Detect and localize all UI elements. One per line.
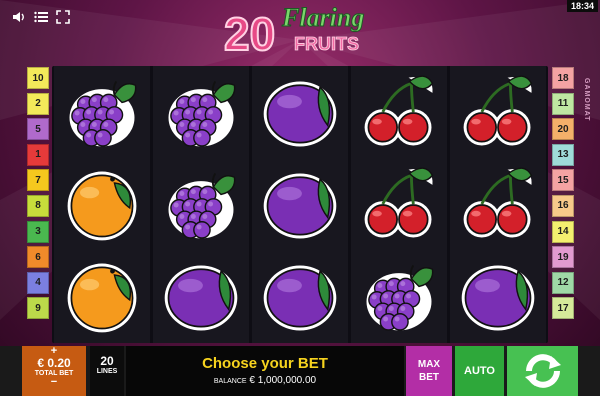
payline-right-18: 18 [552,67,574,89]
fullscreen-icon[interactable] [56,10,70,24]
symbol-orange-icon [67,263,137,333]
symbol-cherries-icon [463,75,533,146]
symbol-plum-icon [164,265,238,331]
payline-left-8: 8 [27,194,49,217]
payline-left-1: 1 [27,143,49,166]
payline-right-15: 15 [552,169,574,192]
balance-label: BALANCE [213,378,247,385]
bet-increase-button[interactable]: + [22,346,86,357]
balance-value: € 1,000,000.00 [249,375,317,386]
symbol-plum-icon [461,265,535,331]
message-panel: Choose your BET BALANCE € 1,000,000.00 [126,346,404,396]
lines-label: LINES [96,368,118,375]
balance-display: BALANCE € 1,000,000.00 [126,375,404,386]
symbol-cherries-icon [463,167,533,238]
symbol-plum-icon [263,173,337,239]
payline-left-6: 6 [27,246,49,269]
spin-button[interactable] [507,346,578,396]
lines-panel: 20 LINES [90,346,124,396]
payline-right-17: 17 [552,297,574,320]
menu-icon[interactable] [34,10,48,24]
provider-brand: GAMOMAT [583,78,590,122]
sound-icon[interactable] [12,10,26,24]
symbol-orange-icon [67,171,137,241]
symbol-grapes-icon [366,264,434,331]
lines-value: 20 [100,354,114,368]
payline-left-9: 9 [27,297,49,320]
payline-left-2: 2 [27,92,49,115]
logo-word1: Flaring [281,3,364,32]
payline-left-7: 7 [27,169,49,192]
payline-left-4: 4 [27,271,49,294]
payline-right-16: 16 [552,194,574,217]
auto-play-button[interactable]: AUTO [455,346,504,396]
message-text: Choose your BET [202,355,328,372]
payline-left-3: 3 [27,220,49,243]
payline-right-20: 20 [552,118,574,141]
paylines-right: 18 11 20 13 15 16 14 19 12 17 [552,67,574,323]
max-bet-line2: BET [418,372,439,383]
clock: 18:34 [566,0,598,12]
payline-right-13: 13 [552,143,574,166]
spin-arrows-icon [524,354,561,388]
symbol-grapes-icon [168,172,236,239]
symbol-cherries-icon [364,75,434,146]
game-logo: 20 Flaring FRUITS [223,3,365,62]
symbol-plum-icon [263,265,337,331]
bet-decrease-button[interactable]: − [22,377,86,388]
logo-number: 20 [224,8,275,60]
symbol-grapes-icon [69,80,137,147]
total-bet-panel[interactable]: + € 0.20 TOTAL BET − [22,346,86,396]
symbol-plum-icon [263,81,337,147]
payline-right-14: 14 [552,220,574,243]
max-bet-button[interactable]: MAX BET [406,346,452,396]
payline-right-12: 12 [552,271,574,294]
payline-left-5: 5 [27,118,49,141]
logo-word2: FRUITS [294,34,359,54]
payline-right-11: 11 [552,92,574,115]
bet-value: € 0.20 [37,356,71,370]
max-bet-line1: MAX [417,359,441,370]
symbol-cherries-icon [364,167,434,238]
paylines-left: 10 2 5 1 7 8 3 6 4 9 [27,67,49,323]
symbol-grapes-icon [168,80,236,147]
payline-left-10: 10 [27,67,49,89]
payline-right-19: 19 [552,246,574,269]
